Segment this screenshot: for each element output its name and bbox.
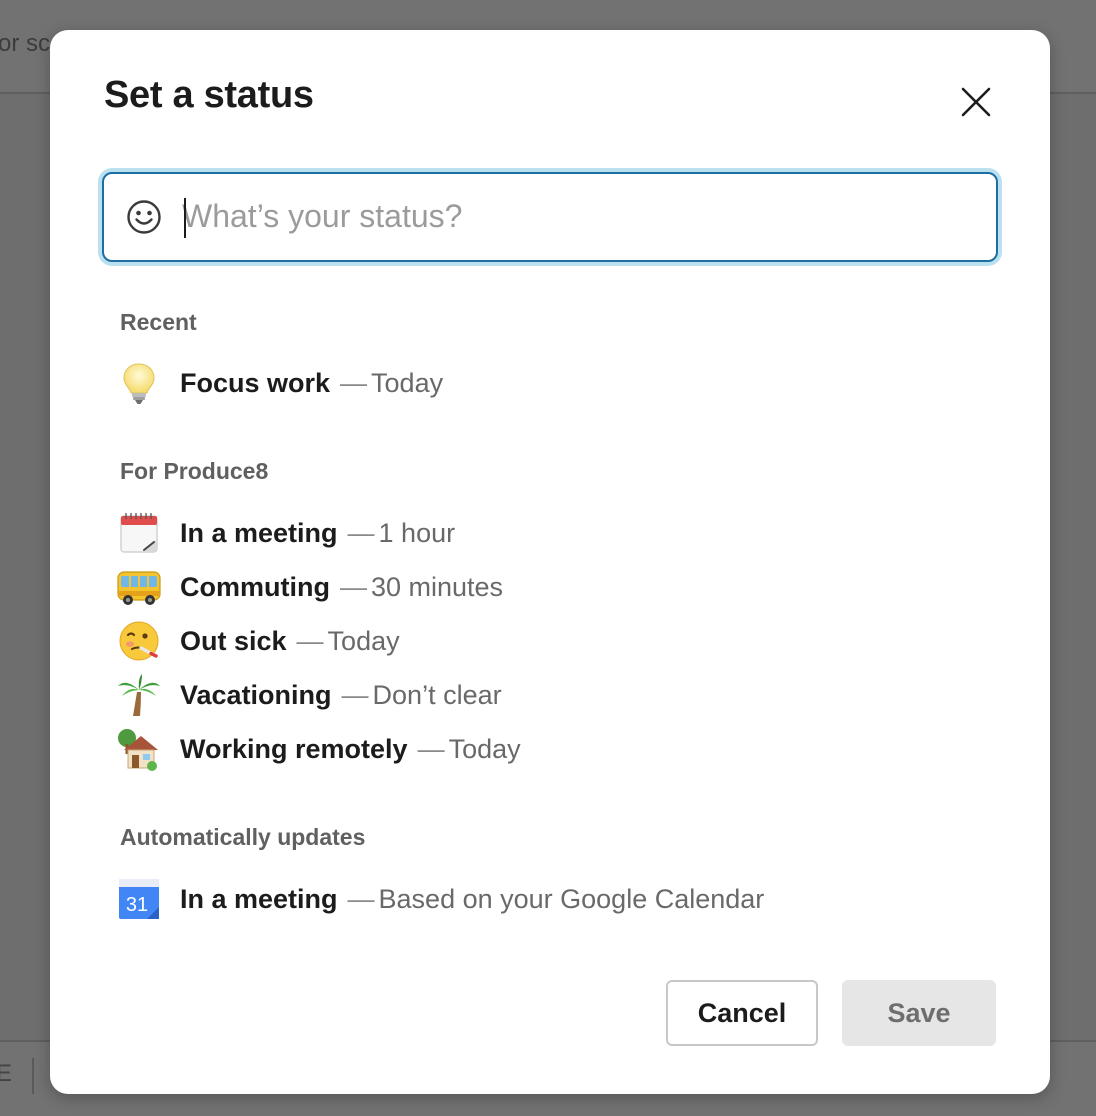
status-name: Out sick (180, 625, 287, 656)
cancel-button[interactable]: Cancel (666, 980, 818, 1046)
status-name: In a meeting (180, 883, 338, 914)
status-duration: Based on your Google Calendar (378, 883, 765, 914)
status-input[interactable] (182, 188, 972, 244)
status-name: In a meeting (180, 517, 338, 548)
house-icon (116, 726, 162, 772)
section-label-recent: Recent (120, 309, 197, 335)
status-separator: — (296, 625, 324, 656)
status-duration: 1 hour (378, 517, 456, 548)
google-calendar-icon: 31 (116, 876, 162, 922)
status-name: Focus work (180, 367, 331, 398)
calendar-day-number: 31 (126, 894, 148, 916)
bus-icon (116, 564, 162, 610)
modal-title: Set a status (104, 74, 314, 116)
section-label-automatic: Automatically updates (120, 824, 366, 850)
text-caret (184, 198, 186, 238)
sick-face-icon (116, 618, 162, 664)
status-option-commuting[interactable]: Commuting —30 minutes (116, 563, 976, 611)
status-duration: Today (327, 625, 400, 656)
status-option-calendar-meeting[interactable]: 31 In a meeting — Based on your Google Cal… (116, 875, 976, 923)
status-separator: — (347, 517, 375, 548)
status-separator: — (341, 679, 369, 710)
lightbulb-icon (116, 360, 162, 406)
status-name: Vacationing (180, 679, 332, 710)
background-divider (32, 1058, 34, 1094)
set-status-modal: Set a status Recent (50, 30, 1050, 1094)
status-separator: — (339, 571, 367, 602)
status-separator: — (347, 883, 375, 914)
status-field (102, 172, 998, 262)
status-option-vacationing[interactable]: Vacationing — Don’t clear (116, 671, 976, 719)
status-duration: Today (448, 733, 521, 764)
calendar-icon (116, 510, 162, 556)
background-bottom-fragment: E (0, 1060, 13, 1087)
section-label-workspace: For Produce8 (120, 458, 269, 484)
emoji-picker-button[interactable] (126, 199, 162, 235)
close-icon (961, 87, 991, 117)
status-separator: — (340, 367, 368, 398)
palm-tree-icon (116, 672, 162, 718)
status-duration: Don’t clear (372, 679, 502, 710)
save-button[interactable]: Save (842, 980, 996, 1046)
status-separator: — (417, 733, 445, 764)
status-name: Commuting (180, 571, 330, 602)
status-option-in-a-meeting[interactable]: In a meeting —1 hour (116, 509, 976, 557)
status-option-working-remotely[interactable]: Working remotely — Today (116, 725, 976, 773)
status-option-out-sick[interactable]: Out sick — Today (116, 617, 976, 665)
smiley-icon (127, 200, 161, 234)
status-name: Working remotely (180, 733, 408, 764)
close-button[interactable] (954, 80, 998, 124)
status-option-focus-work[interactable]: Focus work — Today (116, 359, 976, 407)
status-duration: 30 minutes (370, 571, 504, 602)
status-duration: Today (371, 367, 444, 398)
background-search-fragment: or sc (0, 30, 51, 57)
